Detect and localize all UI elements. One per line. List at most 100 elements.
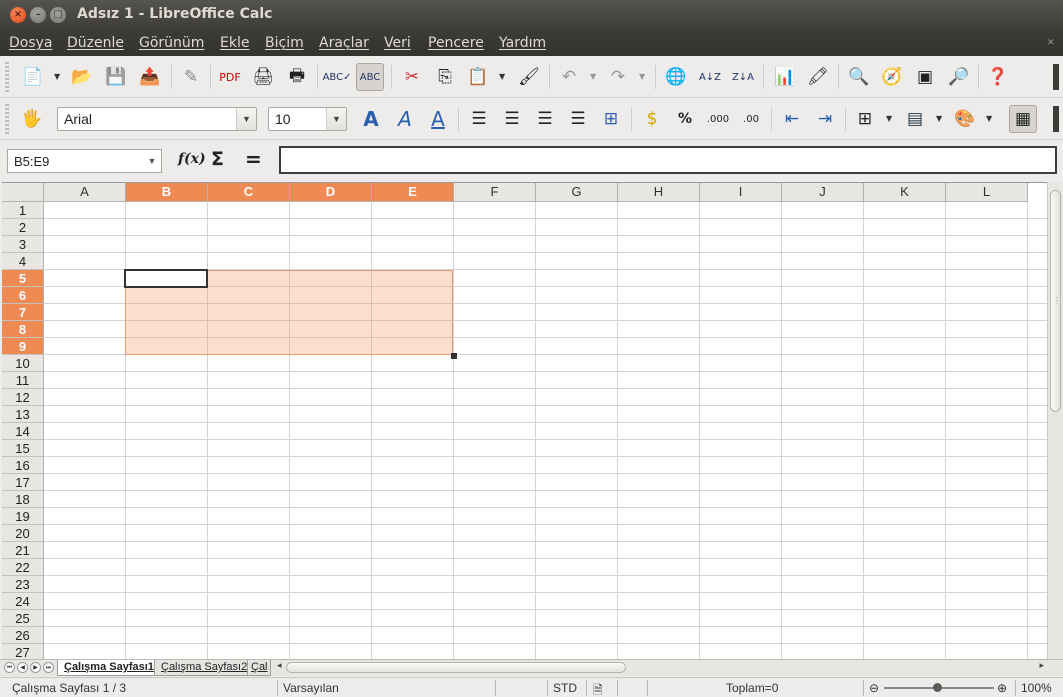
toggle-grid-icon[interactable]: ▦: [1009, 105, 1037, 133]
sort-descending-icon[interactable]: Z↓A: [729, 63, 757, 91]
column-header-f[interactable]: F: [454, 183, 536, 202]
selection-mode[interactable]: STD: [553, 681, 577, 695]
row-header-24[interactable]: 24: [2, 593, 44, 610]
previous-sheet-button[interactable]: ◀: [17, 662, 28, 673]
menu-gorunum[interactable]: Görünüm: [139, 35, 204, 51]
send-email-icon[interactable]: 📤: [136, 63, 164, 91]
bold-icon[interactable]: A: [357, 105, 385, 133]
horizontal-scrollbar-thumb[interactable]: [286, 662, 626, 673]
column-header-b[interactable]: B: [126, 183, 208, 202]
row-header-26[interactable]: 26: [2, 627, 44, 644]
open-folder-icon[interactable]: 📂: [68, 63, 96, 91]
formula-input[interactable]: [279, 146, 1057, 174]
row-header-12[interactable]: 12: [2, 389, 44, 406]
menu-yardim[interactable]: Yardım: [499, 35, 546, 51]
row-header-27[interactable]: 27: [2, 644, 44, 659]
zoom-in-icon[interactable]: ⊕: [997, 681, 1007, 695]
draw-functions-icon[interactable]: 🖍: [804, 63, 832, 91]
menu-ekle[interactable]: Ekle: [220, 35, 249, 51]
zoom-icon[interactable]: 🔎: [945, 63, 973, 91]
font-name-dropdown-icon[interactable]: ▼: [236, 108, 256, 130]
undo-dropdown-icon[interactable]: ▼: [590, 72, 596, 81]
row-header-9[interactable]: 9: [2, 338, 44, 355]
hyperlink-icon[interactable]: 🌐: [662, 63, 690, 91]
menu-dosya[interactable]: Dosya: [9, 35, 53, 51]
background-color-dropdown-icon[interactable]: ▼: [936, 114, 942, 123]
horizontal-scrollbar[interactable]: ◂ ▸: [276, 661, 1046, 675]
menu-close-doc-icon[interactable]: ✕: [1047, 38, 1055, 48]
menu-duzenle[interactable]: Düzenle: [67, 35, 124, 51]
background-color-icon[interactable]: ▤: [901, 105, 929, 133]
last-sheet-button[interactable]: ⏭: [43, 662, 54, 673]
row-header-18[interactable]: 18: [2, 491, 44, 508]
menu-veri[interactable]: Veri: [384, 35, 411, 51]
row-header-21[interactable]: 21: [2, 542, 44, 559]
toolbar-handle[interactable]: [5, 104, 9, 134]
font-color-icon[interactable]: 🎨: [951, 105, 979, 133]
font-size-box[interactable]: 10 ▼: [268, 107, 347, 131]
align-left-icon[interactable]: ☰: [465, 105, 493, 133]
toolbar-handle[interactable]: [5, 62, 9, 92]
column-header-c[interactable]: C: [208, 183, 290, 202]
print-icon[interactable]: 🖨: [249, 63, 277, 91]
menu-bicim[interactable]: Biçim: [265, 35, 304, 51]
font-color-dropdown-icon[interactable]: ▼: [986, 114, 992, 123]
column-header-l[interactable]: L: [946, 183, 1028, 202]
select-all-corner[interactable]: [2, 183, 44, 202]
paste-icon[interactable]: 📋: [464, 63, 492, 91]
active-cell-b5[interactable]: [124, 269, 208, 288]
paste-dropdown-icon[interactable]: ▼: [499, 72, 505, 81]
sheet-tab-3[interactable]: Çal: [247, 660, 271, 676]
spellcheck-icon[interactable]: ABC✓: [323, 63, 352, 91]
zoom-slider-knob[interactable]: [933, 683, 942, 692]
standard-format-icon[interactable]: .000: [704, 105, 732, 133]
new-document-icon[interactable]: 📄: [19, 63, 47, 91]
name-box-dropdown-icon[interactable]: ▼: [143, 150, 161, 172]
export-pdf-icon[interactable]: PDF: [216, 63, 244, 91]
minimize-window-button[interactable]: –: [30, 7, 46, 23]
row-header-4[interactable]: 4: [2, 253, 44, 270]
row-header-15[interactable]: 15: [2, 440, 44, 457]
row-header-6[interactable]: 6: [2, 287, 44, 304]
decrease-indent-icon[interactable]: ⇤: [778, 105, 806, 133]
sort-ascending-icon[interactable]: A↓Z: [696, 63, 724, 91]
sum-display[interactable]: Toplam=0: [726, 681, 778, 695]
align-center-icon[interactable]: ☰: [498, 105, 526, 133]
edit-file-icon[interactable]: ✎: [177, 63, 205, 91]
maximize-window-button[interactable]: □: [50, 7, 66, 23]
font-size-dropdown-icon[interactable]: ▼: [326, 108, 346, 130]
print-preview-icon[interactable]: 🖶: [283, 63, 311, 91]
scroll-right-icon[interactable]: ▸: [1039, 661, 1044, 671]
decimal-places-icon[interactable]: .00: [737, 105, 765, 133]
close-window-button[interactable]: ×: [10, 7, 26, 23]
column-header-h[interactable]: H: [618, 183, 700, 202]
row-header-19[interactable]: 19: [2, 508, 44, 525]
cut-icon[interactable]: ✂: [398, 63, 426, 91]
row-header-1[interactable]: 1: [2, 202, 44, 219]
function-icon[interactable]: =: [245, 147, 262, 171]
currency-format-icon[interactable]: $: [638, 105, 666, 133]
menu-araclar[interactable]: Araçlar: [319, 35, 369, 51]
name-box[interactable]: B5:E9 ▼: [7, 149, 162, 173]
page-style[interactable]: Varsayılan: [283, 681, 339, 695]
row-header-14[interactable]: 14: [2, 423, 44, 440]
row-header-7[interactable]: 7: [2, 304, 44, 321]
row-header-16[interactable]: 16: [2, 457, 44, 474]
sheet-tab-2[interactable]: Çalışma Sayfası2: [154, 660, 255, 676]
insert-chart-icon[interactable]: 📊: [771, 63, 799, 91]
row-header-5[interactable]: 5: [2, 270, 44, 287]
increase-indent-icon[interactable]: ⇥: [811, 105, 839, 133]
row-header-17[interactable]: 17: [2, 474, 44, 491]
row-header-20[interactable]: 20: [2, 525, 44, 542]
justify-icon[interactable]: ☰: [564, 105, 592, 133]
zoom-level[interactable]: 100%: [1021, 681, 1052, 695]
spreadsheet-grid[interactable]: ABCDEFGHIJKL 1 2 3 4 5 6 7 8 9 10 11 12 13 14 15 16 17 18…: [2, 182, 1047, 659]
redo-dropdown-icon[interactable]: ▼: [639, 72, 645, 81]
sheet-tab-1[interactable]: Çalışma Sayfası1: [57, 660, 161, 676]
borders-icon[interactable]: ⊞: [851, 105, 879, 133]
function-wizard-icon[interactable]: f(x): [178, 151, 206, 167]
column-header-e[interactable]: E: [372, 183, 454, 202]
navigator-icon[interactable]: 🧭: [878, 63, 906, 91]
italic-icon[interactable]: A: [391, 105, 419, 133]
save-icon[interactable]: 💾: [102, 63, 130, 91]
